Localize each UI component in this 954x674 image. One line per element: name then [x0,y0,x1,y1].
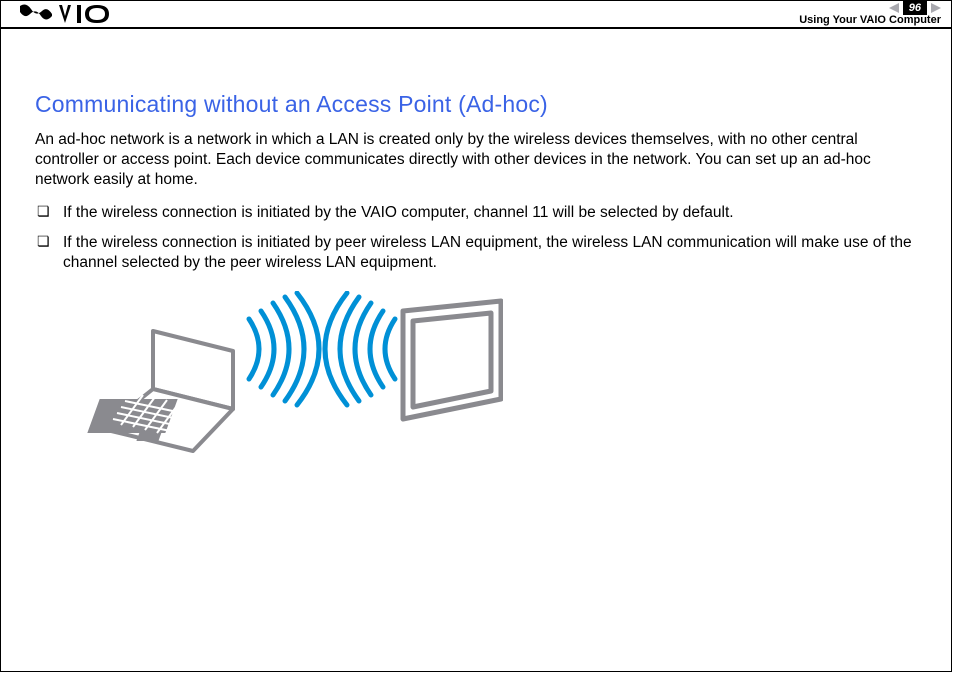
page-number: 96 [903,1,927,15]
section-title: Using Your VAIO Computer [799,14,941,26]
intro-paragraph: An ad-hoc network is a network in which … [35,130,923,189]
vaio-logo [19,3,115,30]
next-page-arrow-icon[interactable] [931,3,941,13]
page-content: Communicating without an Access Point (A… [1,29,951,476]
prev-page-arrow-icon[interactable] [889,3,899,13]
list-item: If the wireless connection is initiated … [35,233,923,273]
page-nav: 96 [799,1,941,15]
manual-page: 96 Using Your VAIO Computer Communicatin… [0,0,952,672]
list-item: If the wireless connection is initiated … [35,203,923,223]
header-right: 96 Using Your VAIO Computer [799,1,941,26]
content-heading: Communicating without an Access Point (A… [35,91,923,118]
adhoc-illustration [83,291,923,476]
bullet-list: If the wireless connection is initiated … [35,203,923,272]
page-header: 96 Using Your VAIO Computer [1,1,951,29]
